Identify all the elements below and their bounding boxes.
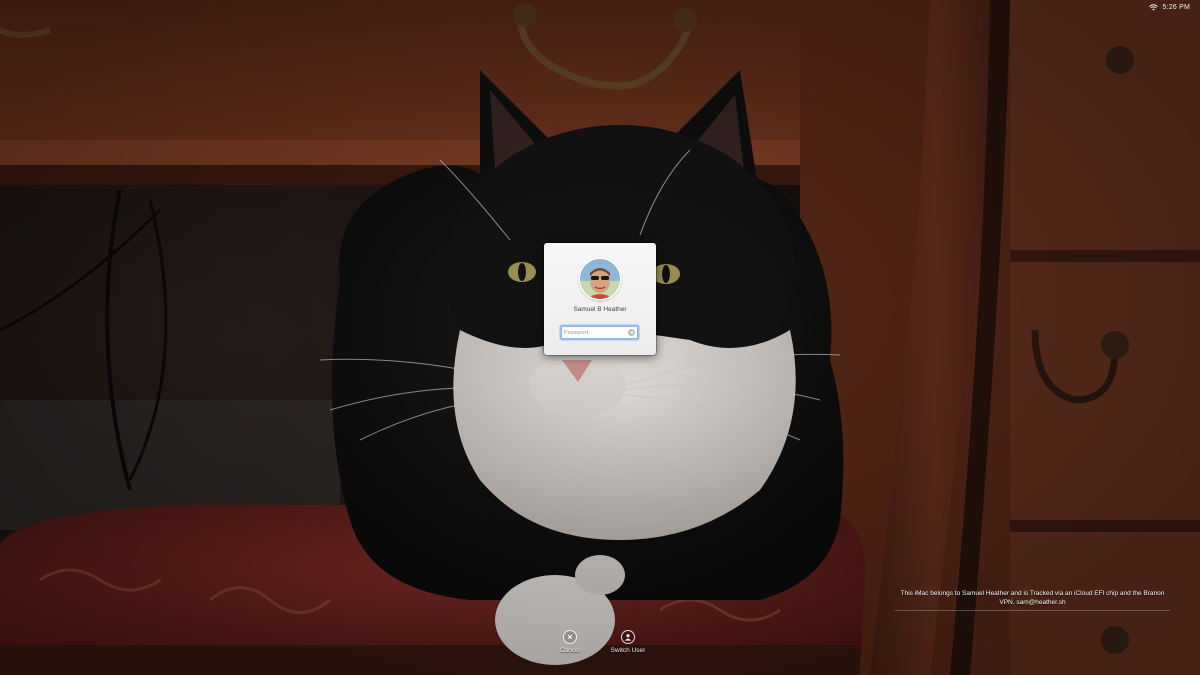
login-panel: Samuel B Heather (544, 243, 656, 355)
switch-user-label: Switch User (610, 647, 646, 654)
cancel-icon (563, 630, 577, 644)
password-input[interactable] (564, 327, 624, 338)
password-field[interactable] (561, 326, 638, 339)
arrow-right-icon[interactable] (628, 329, 635, 336)
clock[interactable]: 5:26 PM (1163, 4, 1190, 11)
switch-user-button[interactable]: Switch User (603, 630, 653, 654)
message-divider (895, 610, 1170, 611)
user-avatar[interactable] (580, 259, 620, 299)
login-screen: 5:26 PM Samuel B Heather This iMac belon… (0, 0, 1200, 675)
cancel-label: Cancel (559, 647, 581, 654)
user-name: Samuel B Heather (573, 306, 627, 313)
cancel-button[interactable]: Cancel (545, 630, 595, 654)
lock-screen-message: This iMac belongs to Samuel Heather and … (900, 590, 1165, 606)
switch-user-icon (621, 630, 635, 644)
status-bar: 5:26 PM (1148, 1, 1190, 13)
wifi-icon[interactable] (1148, 3, 1158, 11)
